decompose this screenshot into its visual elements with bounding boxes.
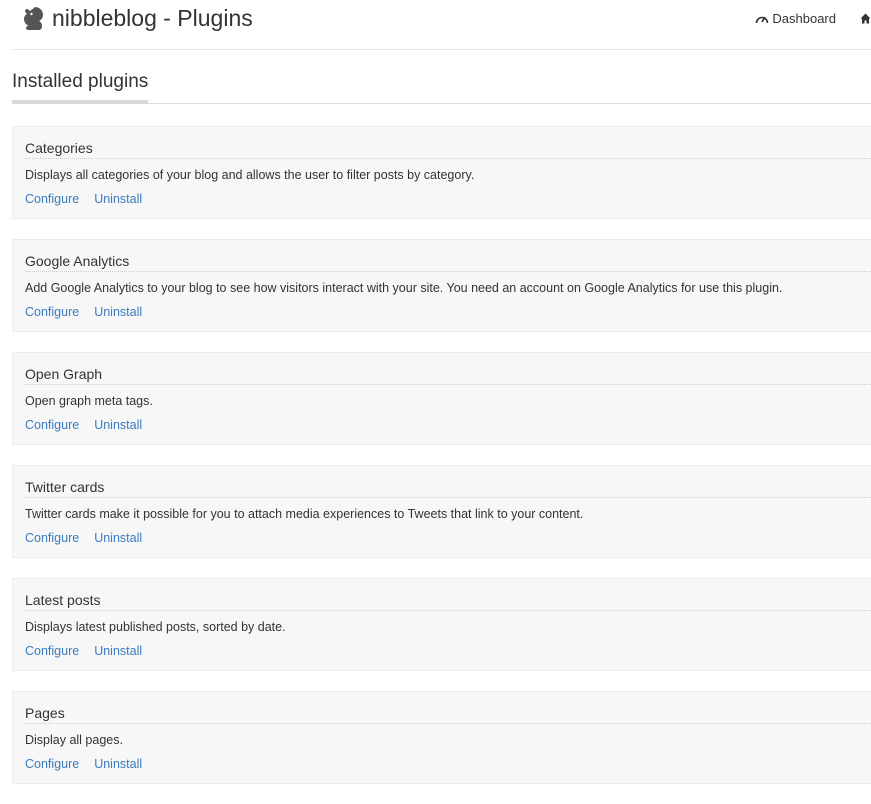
- uninstall-link[interactable]: Uninstall: [94, 192, 142, 206]
- configure-link[interactable]: Configure: [25, 757, 79, 771]
- dashboard-label: Dashboard: [772, 11, 836, 26]
- home-link[interactable]: [860, 13, 871, 24]
- top-nav: Dashboard: [755, 11, 871, 26]
- dashboard-link[interactable]: Dashboard: [755, 11, 836, 26]
- plugin-description: Displays latest published posts, sorted …: [25, 620, 286, 634]
- plugin-card-twitter-cards: Twitter cards Twitter cards make it poss…: [12, 465, 871, 558]
- plugin-card-latest-posts: Latest posts Displays latest published p…: [12, 578, 871, 671]
- plugin-actions: Configure Uninstall: [25, 191, 142, 207]
- home-icon: [860, 13, 871, 24]
- plugin-name: Pages: [25, 704, 871, 724]
- plugin-name: Google Analytics: [25, 252, 871, 272]
- plugin-card-pages: Pages Display all pages. Configure Uninst…: [12, 691, 871, 784]
- plugin-actions: Configure Uninstall: [25, 756, 142, 772]
- plugin-name: Twitter cards: [25, 478, 871, 498]
- plugin-description: Open graph meta tags.: [25, 394, 153, 408]
- uninstall-link[interactable]: Uninstall: [94, 644, 142, 658]
- speedometer-icon: [756, 16, 769, 24]
- plugin-description: Add Google Analytics to your blog to see…: [25, 281, 783, 295]
- plugin-name: Latest posts: [25, 591, 871, 611]
- configure-link[interactable]: Configure: [25, 531, 79, 545]
- plugin-actions: Configure Uninstall: [25, 530, 142, 546]
- plugin-actions: Configure Uninstall: [25, 643, 142, 659]
- plugin-card-google-analytics: Google Analytics Add Google Analytics to…: [12, 239, 871, 332]
- configure-link[interactable]: Configure: [25, 192, 79, 206]
- plugin-actions: Configure Uninstall: [25, 304, 142, 320]
- plugin-card-open-graph: Open Graph Open graph meta tags. Configu…: [12, 352, 871, 445]
- configure-link[interactable]: Configure: [25, 305, 79, 319]
- squirrel-logo-icon: [24, 7, 43, 30]
- configure-link[interactable]: Configure: [25, 644, 79, 658]
- plugin-description: Twitter cards make it possible for you t…: [25, 507, 584, 521]
- page-title: nibbleblog - Plugins: [52, 5, 253, 31]
- uninstall-link[interactable]: Uninstall: [94, 757, 142, 771]
- plugin-list: Categories Displays all categories of yo…: [12, 126, 871, 804]
- uninstall-link[interactable]: Uninstall: [94, 531, 142, 545]
- header: nibbleblog - Plugins Dashboard: [12, 0, 871, 50]
- uninstall-link[interactable]: Uninstall: [94, 305, 142, 319]
- plugin-card-categories: Categories Displays all categories of yo…: [12, 126, 871, 219]
- plugin-description: Display all pages.: [25, 733, 123, 747]
- uninstall-link[interactable]: Uninstall: [94, 418, 142, 432]
- plugin-name: Categories: [25, 139, 871, 159]
- plugin-name: Open Graph: [25, 365, 871, 385]
- plugin-description: Displays all categories of your blog and…: [25, 168, 475, 182]
- plugin-actions: Configure Uninstall: [25, 417, 142, 433]
- section-title: Installed plugins: [12, 71, 149, 92]
- section-title-underline: [12, 100, 148, 104]
- configure-link[interactable]: Configure: [25, 418, 79, 432]
